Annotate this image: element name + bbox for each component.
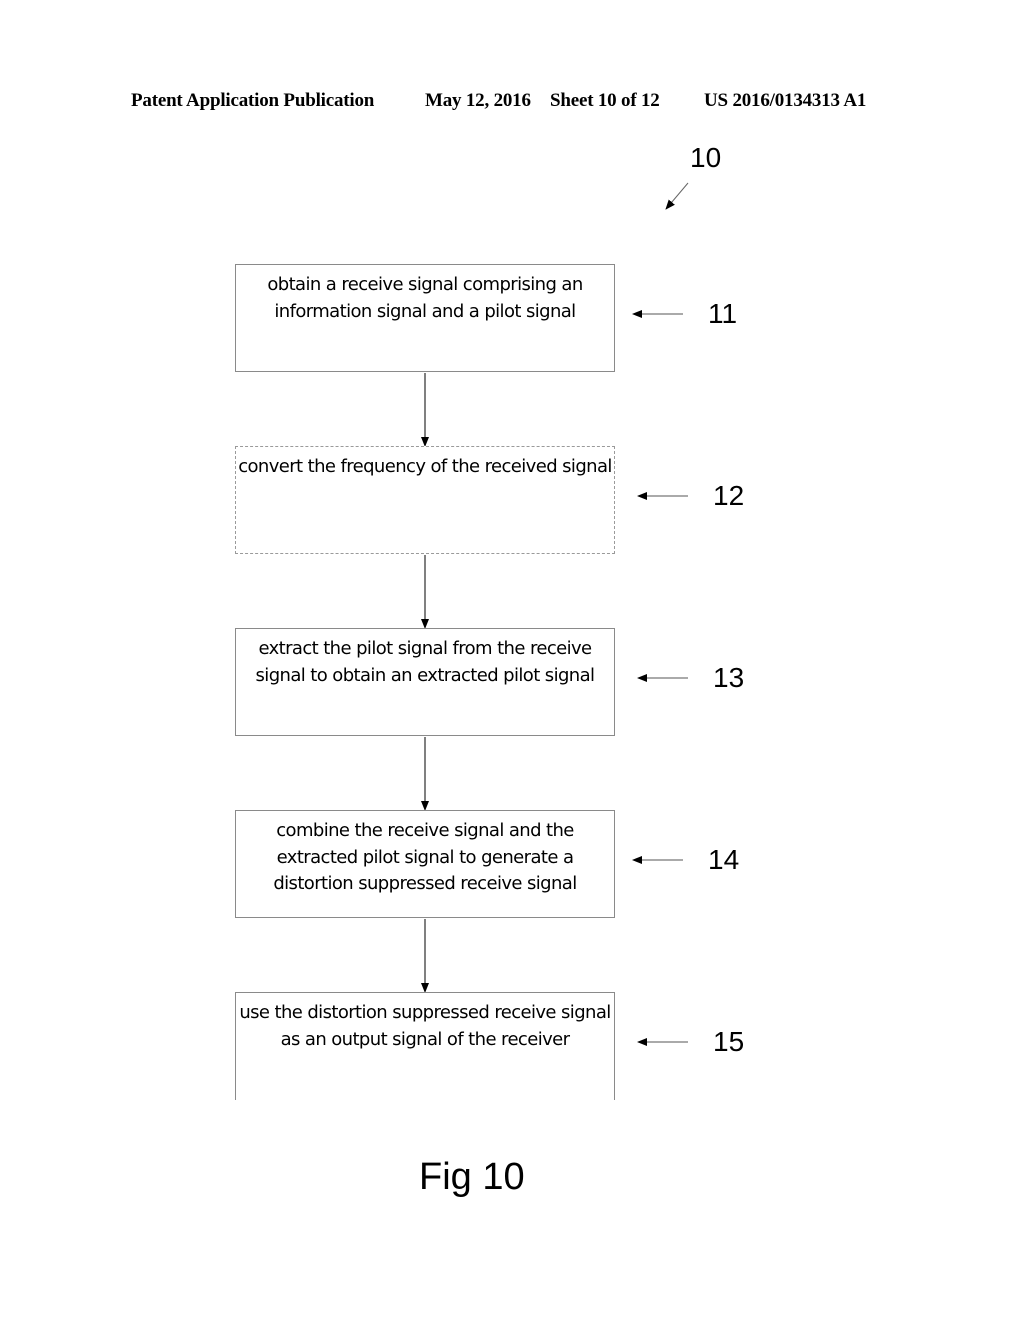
step-reference-number: 11 bbox=[708, 298, 738, 329]
figure-caption: Fig 10 bbox=[419, 1156, 525, 1198]
step-text: obtain a receive signal comprising an in… bbox=[267, 274, 583, 322]
step-text: extract the pilot signal from the receiv… bbox=[255, 638, 596, 686]
step-box-output-signal: use the distortion suppressed receive si… bbox=[235, 992, 615, 1100]
step-box-convert-frequency: convert the frequency of the received si… bbox=[235, 446, 615, 554]
step-box-extract-pilot: extract the pilot signal from the receiv… bbox=[235, 628, 615, 736]
step-text: convert the frequency of the received si… bbox=[238, 456, 612, 477]
step-box-combine-signals: combine the receive signal and the extra… bbox=[235, 810, 615, 918]
figure-pointer-arrow bbox=[665, 182, 689, 210]
step-box-obtain-signal: obtain a receive signal comprising an in… bbox=[235, 264, 615, 372]
step-reference-number: 15 bbox=[713, 1026, 745, 1057]
step-reference-number: 13 bbox=[713, 662, 745, 693]
step-text: use the distortion suppressed receive si… bbox=[239, 1002, 611, 1050]
step-reference-number: 12 bbox=[713, 480, 745, 511]
step-reference-number: 14 bbox=[708, 844, 740, 875]
step-text: combine the receive signal and the extra… bbox=[273, 820, 577, 894]
